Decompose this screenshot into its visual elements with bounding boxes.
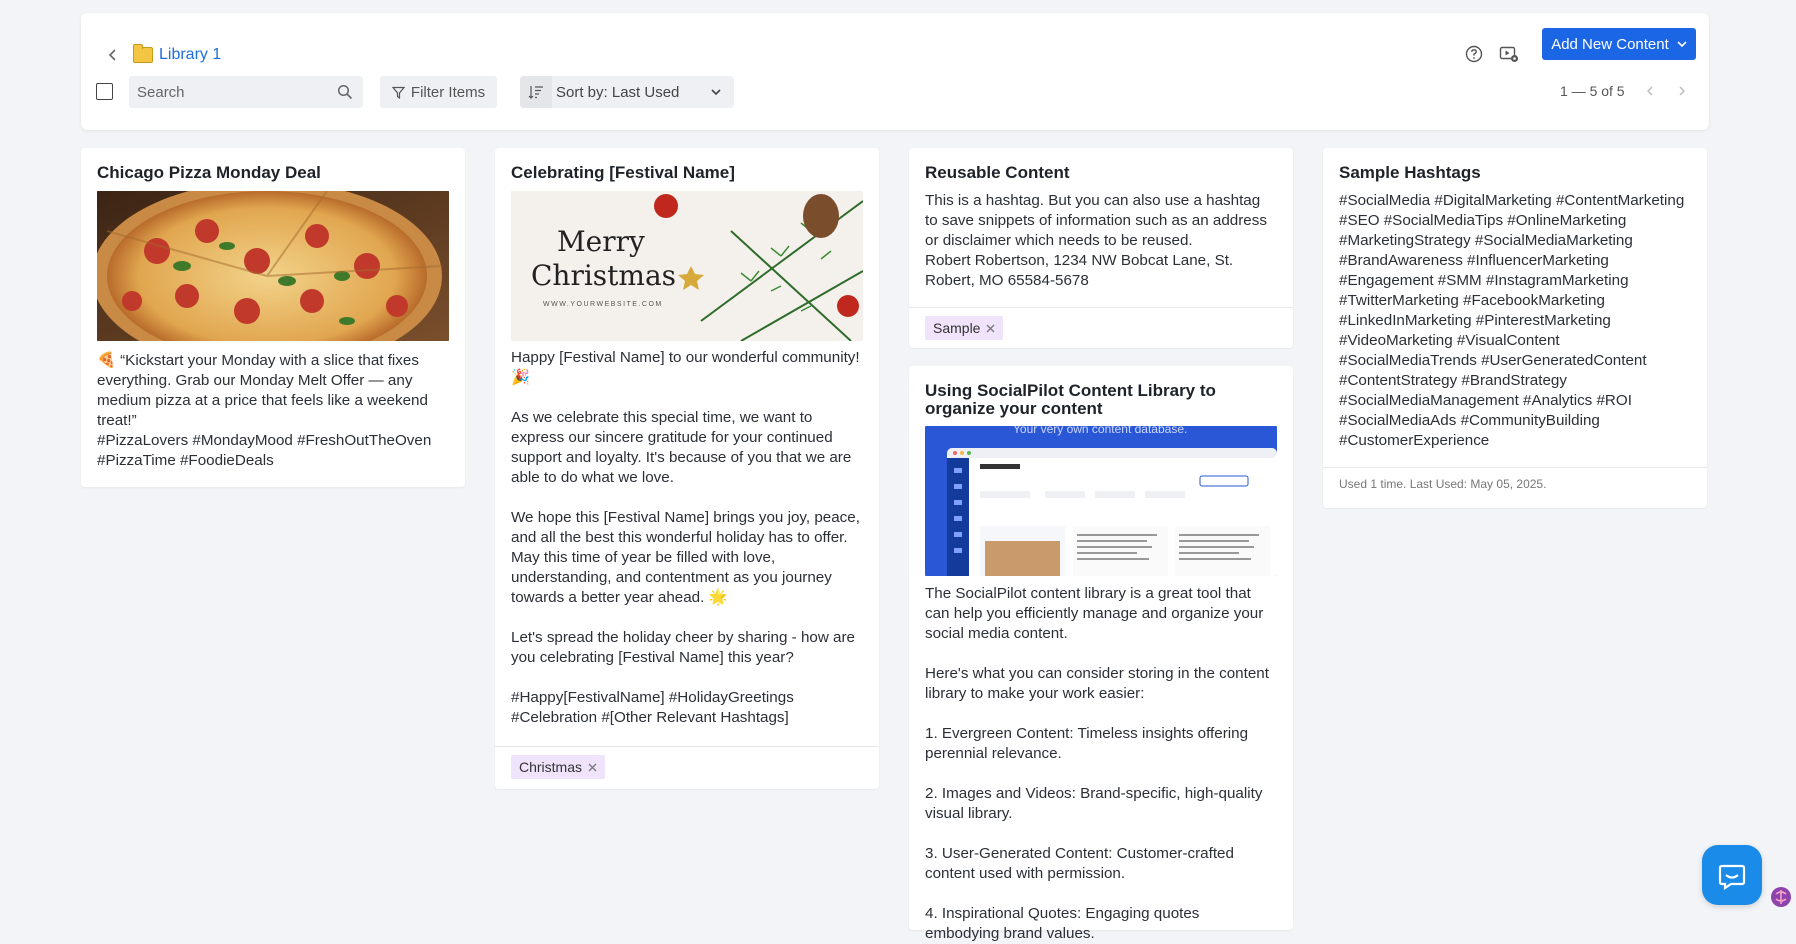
content-card-socialpilot[interactable]: Using SocialPilot Content Library to org… (909, 366, 1293, 942)
image-text-christmas: Christmas (531, 259, 677, 292)
content-card-hashtags[interactable]: Sample Hashtags #SocialMedia #DigitalMar… (1323, 148, 1707, 508)
prev-page-button[interactable] (1643, 84, 1657, 98)
chevron-right-icon (1679, 86, 1685, 96)
image-text-merry: Merry (557, 225, 645, 258)
folder-icon (133, 44, 153, 63)
card-title: Sample Hashtags (1339, 163, 1481, 182)
back-button[interactable] (101, 43, 125, 67)
filter-items-label: Filter Items (410, 83, 486, 101)
tag-christmas: Christmas (511, 755, 606, 779)
content-card-reusable[interactable]: Reusable Content This is a hashtag. But … (909, 148, 1293, 348)
chat-bubble-icon (1718, 864, 1746, 890)
content-card-festival[interactable]: Celebrating [Festival Name] Merry Christ… (495, 148, 879, 789)
search-box (129, 76, 363, 108)
card-body: This is a hashtag. But you can also use … (925, 192, 1267, 289)
content-library-screenshot-image: Your very own content database. (925, 426, 1277, 576)
breadcrumb: Library 1 (133, 35, 221, 75)
card-divider (1323, 467, 1707, 468)
brain-icon[interactable] (1770, 886, 1792, 908)
chevron-down-icon (1677, 41, 1687, 48)
select-all-checkbox[interactable] (96, 83, 113, 100)
card-title: Chicago Pizza Monday Deal (97, 163, 321, 182)
card-body: 🍕 “Kickstart your Monday with a slice th… (97, 352, 432, 469)
sort-by-label: Sort by: Last Used (556, 83, 680, 101)
tag-label: Christmas (519, 759, 583, 775)
sort-control: Sort by: Last Used (520, 76, 734, 108)
add-new-content-label: Add New Content (1551, 35, 1669, 53)
tag-sample: Sample (925, 316, 1004, 340)
pagination-range: 1 — 5 of 5 (1560, 83, 1625, 99)
filter-icon (391, 86, 405, 99)
sort-by-select[interactable]: Sort by: Last Used (552, 76, 734, 108)
card-body: The SocialPilot content library is a gre… (925, 585, 1269, 942)
search-icon[interactable] (337, 84, 353, 100)
chevron-down-icon (711, 89, 721, 96)
close-icon[interactable] (986, 324, 995, 333)
tag-label: Sample (933, 320, 981, 336)
sort-direction-button[interactable] (520, 76, 552, 108)
add-new-content-button[interactable]: Add New Content (1542, 28, 1696, 60)
card-title: Reusable Content (925, 163, 1070, 182)
content-card-pizza[interactable]: Chicago Pizza Monday Deal 🍕 “Kickstart y… (81, 148, 465, 487)
sort-icon (528, 86, 543, 99)
chevron-left-icon (1646, 86, 1653, 96)
card-body: #SocialMedia #DigitalMarketing #ContentM… (1339, 192, 1689, 449)
pagination: 1 — 5 of 5 (1560, 83, 1689, 99)
filter-items-button[interactable]: Filter Items (380, 76, 497, 108)
help-circle-icon[interactable] (1463, 43, 1485, 65)
chat-support-button[interactable] (1702, 845, 1762, 905)
image-text-website: WWW.YOURWEBSITE.COM (543, 301, 663, 308)
pizza-image (97, 191, 449, 341)
close-icon[interactable] (588, 763, 597, 772)
card-title: Celebrating [Festival Name] (511, 163, 735, 182)
video-settings-icon[interactable] (1498, 43, 1520, 65)
library-toolbar: Library 1 Add New Content Filter Items S… (81, 13, 1709, 130)
breadcrumb-library-link[interactable]: Library 1 (159, 46, 221, 64)
next-page-button[interactable] (1675, 84, 1689, 98)
usage-meta: Used 1 time. Last Used: May 05, 2025. (1339, 477, 1547, 491)
card-divider (909, 307, 1293, 308)
christmas-image: Merry Christmas WWW.YOURWEBSITE.COM (511, 191, 863, 341)
search-input[interactable] (129, 82, 329, 102)
chevron-left-icon (108, 49, 116, 61)
card-divider (495, 746, 879, 747)
card-body: Happy [Festival Name] to our wonderful c… (511, 349, 860, 726)
card-title: Using SocialPilot Content Library to org… (925, 381, 1216, 418)
